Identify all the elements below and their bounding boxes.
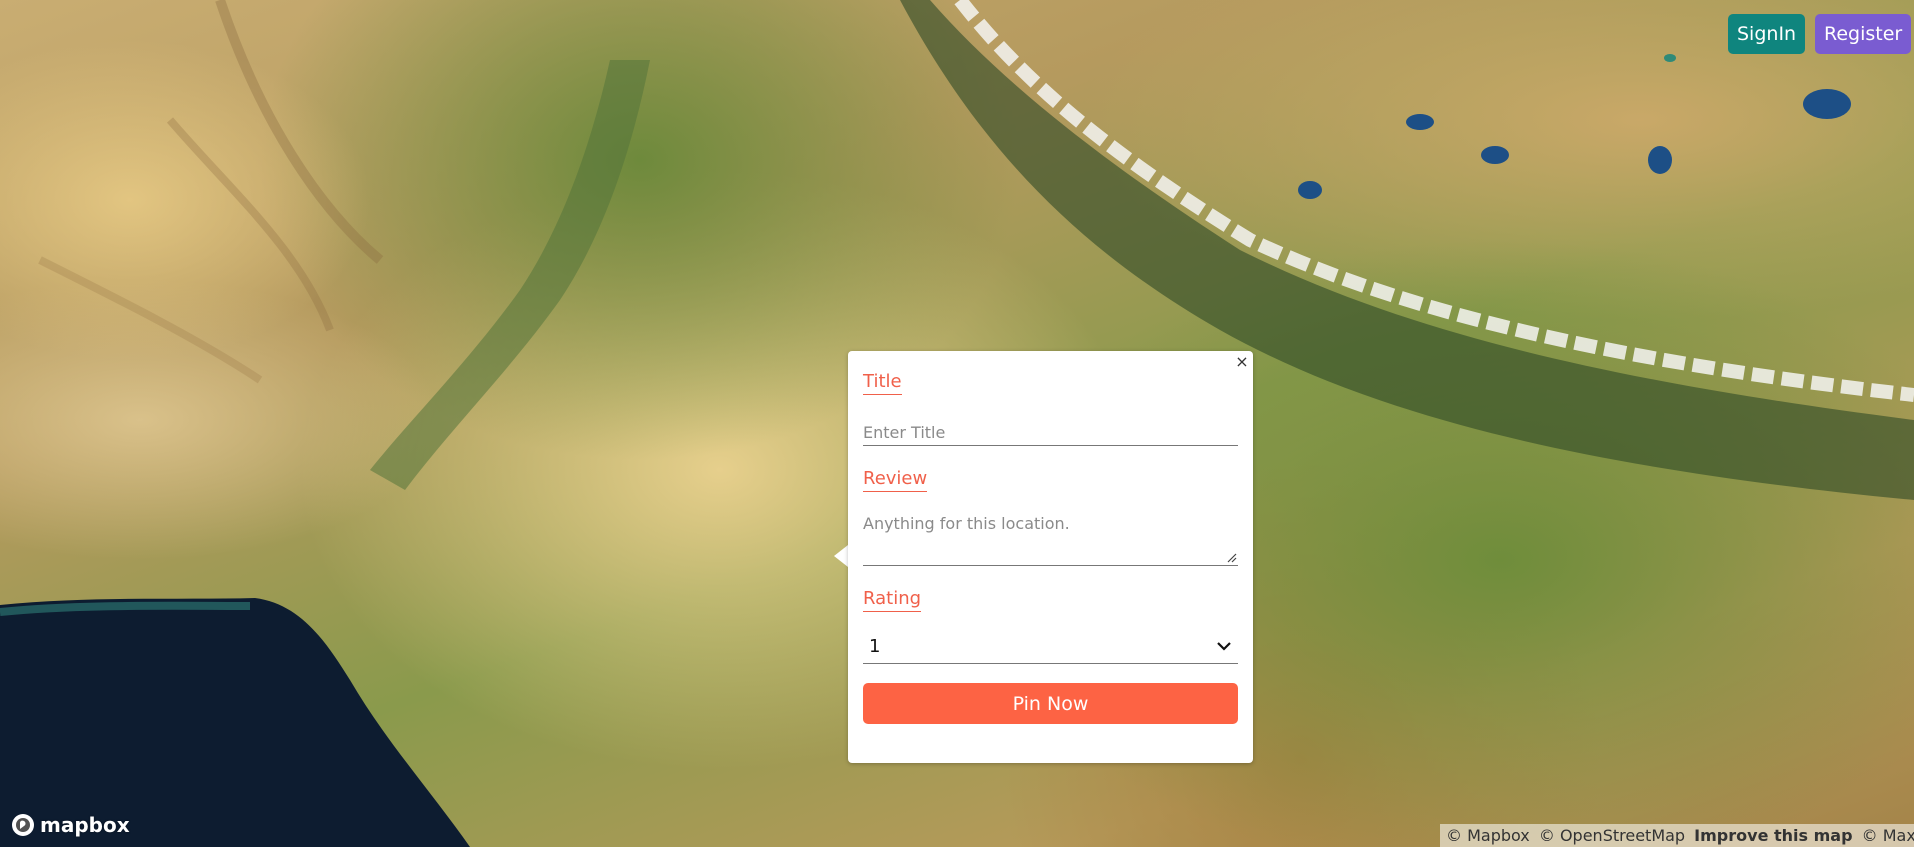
mapbox-logo[interactable]: mapbox: [10, 812, 130, 838]
review-textarea[interactable]: [863, 506, 1238, 566]
review-label: Review: [863, 468, 928, 492]
attribution-mapbox-link[interactable]: © Mapbox: [1446, 826, 1530, 845]
attribution-osm-link[interactable]: © OpenStreetMap: [1539, 826, 1685, 845]
pin-form: Title Review Rating 1 Pin Now: [863, 371, 1238, 724]
register-button[interactable]: Register: [1815, 14, 1912, 54]
mapbox-logo-text: mapbox: [40, 813, 130, 837]
map-attribution: © Mapbox © OpenStreetMap Improve this ma…: [1440, 824, 1914, 847]
new-pin-popup: × Title Review Rating 1 Pin Now: [848, 351, 1253, 763]
popup-tip: [834, 545, 848, 567]
rating-select[interactable]: 1: [863, 632, 1238, 664]
rating-label: Rating: [863, 588, 922, 612]
title-label: Title: [863, 371, 902, 395]
resize-handle-icon[interactable]: [1227, 553, 1237, 563]
improve-map-link[interactable]: Improve this map: [1694, 826, 1852, 845]
mapbox-logo-icon: [12, 814, 34, 836]
chevron-down-icon: [1217, 642, 1231, 651]
close-button[interactable]: ×: [1233, 353, 1251, 371]
rating-select-value: 1: [869, 636, 881, 657]
pin-now-button[interactable]: Pin Now: [863, 683, 1238, 724]
title-input[interactable]: [863, 412, 1238, 446]
attribution-maxar-link[interactable]: © Maxar: [1862, 826, 1914, 845]
signin-button[interactable]: SignIn: [1728, 14, 1806, 54]
